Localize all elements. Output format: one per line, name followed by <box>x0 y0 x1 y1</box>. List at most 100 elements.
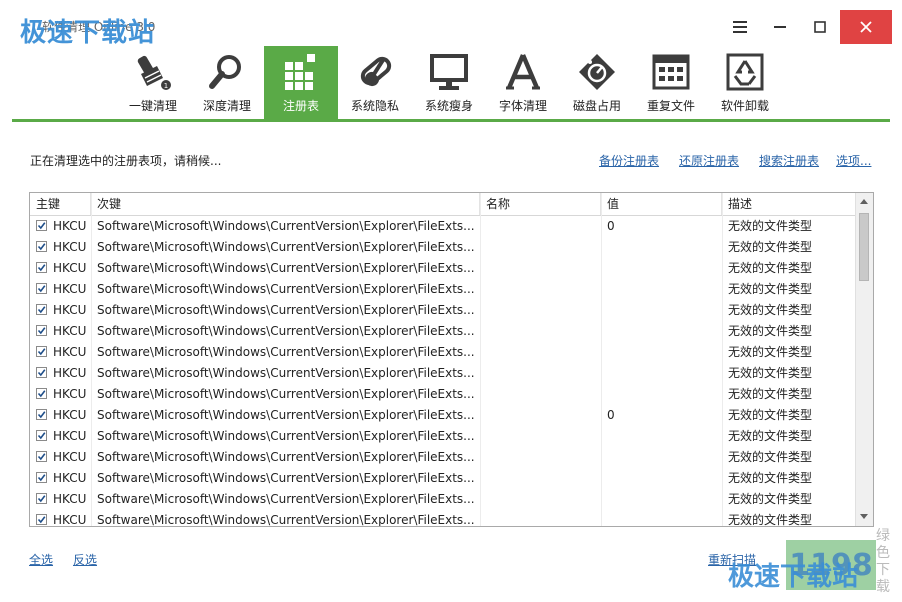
subkey-cell: Software\Microsoft\Windows\CurrentVersio… <box>97 513 475 526</box>
name-cell <box>486 258 598 279</box>
name-cell <box>486 384 598 405</box>
table-row[interactable]: HKCU Software\Microsoft\Windows\CurrentVe… <box>30 279 855 300</box>
minimize-button[interactable] <box>760 10 800 44</box>
table-row[interactable]: HKCU Software\Microsoft\Windows\CurrentVe… <box>30 258 855 279</box>
tool-privacy[interactable]: 系统隐私 <box>338 46 412 120</box>
key-text: HKCU <box>53 282 87 296</box>
row-checkbox[interactable] <box>36 304 47 315</box>
table-row[interactable]: HKCU Software\Microsoft\Windows\CurrentVe… <box>30 237 855 258</box>
row-checkbox[interactable] <box>36 262 47 273</box>
row-checkbox[interactable] <box>36 346 47 357</box>
scrollbar-thumb[interactable] <box>859 213 869 281</box>
table-row[interactable]: HKCU Software\Microsoft\Windows\CurrentVe… <box>30 363 855 384</box>
watermark-text: 极速下载站 <box>20 18 156 48</box>
key-text: HKCU <box>53 219 87 233</box>
table-row[interactable]: HKCU Software\Microsoft\Windows\CurrentVe… <box>30 426 855 447</box>
value-cell <box>607 363 719 384</box>
scroll-up-arrow-icon[interactable] <box>860 199 868 204</box>
column-header-description[interactable]: 描述 <box>722 193 855 215</box>
tool-deep-clean[interactable]: 深度清理 <box>190 46 264 120</box>
table-row[interactable]: HKCU Software\Microsoft\Windows\CurrentVe… <box>30 447 855 468</box>
checkmark-icon <box>37 390 46 398</box>
key-text: HKCU <box>53 303 87 317</box>
backup-registry-link[interactable]: 备份注册表 <box>599 152 659 169</box>
row-checkbox[interactable] <box>36 367 47 378</box>
select-all-link[interactable]: 全选 <box>29 551 53 568</box>
row-checkbox[interactable] <box>36 409 47 420</box>
checkmark-icon <box>37 264 46 272</box>
checkmark-icon <box>37 285 46 293</box>
tool-slimming[interactable]: 系统瘦身 <box>412 46 486 120</box>
value-cell <box>607 426 719 447</box>
checkmark-icon <box>37 516 46 524</box>
row-checkbox[interactable] <box>36 220 47 231</box>
tool-registry[interactable]: 注册表 <box>264 46 338 120</box>
invert-selection-link[interactable]: 反选 <box>73 551 97 568</box>
row-checkbox[interactable] <box>36 241 47 252</box>
table-row[interactable]: HKCU Software\Microsoft\Windows\CurrentVe… <box>30 342 855 363</box>
table-row[interactable]: HKCU Software\Microsoft\Windows\CurrentVe… <box>30 384 855 405</box>
checkmark-icon <box>37 243 46 251</box>
font-a-icon <box>506 54 540 90</box>
tool-label: 软件卸载 <box>720 99 769 113</box>
tool-label: 深度清理 <box>202 99 251 113</box>
table-row[interactable]: HKCU Software\Microsoft\Windows\CurrentVe… <box>30 405 855 426</box>
key-cell: HKCU <box>30 342 91 363</box>
key-text: HKCU <box>53 324 87 338</box>
description-cell: 无效的文件类型 <box>728 429 813 443</box>
checkmark-icon <box>37 327 46 335</box>
row-checkbox[interactable] <box>36 388 47 399</box>
table-row[interactable]: HKCU Software\Microsoft\Windows\CurrentVe… <box>30 468 855 489</box>
column-header-subkey[interactable]: 次键 <box>91 193 480 215</box>
key-cell: HKCU <box>30 384 91 405</box>
close-button[interactable] <box>840 10 892 44</box>
table-row[interactable]: HKCU Software\Microsoft\Windows\CurrentVe… <box>30 300 855 321</box>
row-checkbox[interactable] <box>36 430 47 441</box>
value-cell <box>607 468 719 489</box>
key-text: HKCU <box>53 345 87 359</box>
tool-label: 重复文件 <box>646 99 695 113</box>
tool-font-clean[interactable]: 字体清理 <box>486 46 560 120</box>
checkmark-icon <box>37 432 46 440</box>
recycle-icon <box>726 53 764 91</box>
checkmark-icon <box>37 495 46 503</box>
checkmark-icon <box>37 369 46 377</box>
description-cell: 无效的文件类型 <box>728 219 813 233</box>
magnifier-icon <box>209 55 241 89</box>
description-cell: 无效的文件类型 <box>728 345 813 359</box>
table-row[interactable]: HKCU Software\Microsoft\Windows\CurrentVe… <box>30 510 855 526</box>
table-row[interactable]: HKCU Software\Microsoft\Windows\CurrentVe… <box>30 489 855 510</box>
options-link[interactable]: 选项... <box>836 152 871 169</box>
key-text: HKCU <box>53 513 87 526</box>
key-cell: HKCU <box>30 237 91 258</box>
row-checkbox[interactable] <box>36 472 47 483</box>
vertical-scrollbar[interactable] <box>855 193 873 526</box>
row-checkbox[interactable] <box>36 493 47 504</box>
row-checkbox[interactable] <box>36 283 47 294</box>
menu-button[interactable] <box>720 10 760 44</box>
checkmark-icon <box>37 348 46 356</box>
tool-one-click-clean[interactable]: 1 一键清理 <box>116 46 190 120</box>
column-header-key[interactable]: 主键 <box>30 193 91 215</box>
name-cell <box>486 237 598 258</box>
scroll-down-arrow-icon[interactable] <box>860 514 868 519</box>
description-cell: 无效的文件类型 <box>728 471 813 485</box>
tool-uninstall[interactable]: 软件卸载 <box>708 46 782 120</box>
column-header-value[interactable]: 值 <box>601 193 722 215</box>
key-cell: HKCU <box>30 321 91 342</box>
tool-disk-usage[interactable]: 磁盘占用 <box>560 46 634 120</box>
table-row[interactable]: HKCU Software\Microsoft\Windows\CurrentVe… <box>30 216 855 237</box>
table-row[interactable]: HKCU Software\Microsoft\Windows\CurrentVe… <box>30 321 855 342</box>
tool-duplicate-files[interactable]: 重复文件 <box>634 46 708 120</box>
key-text: HKCU <box>53 471 87 485</box>
column-header-name[interactable]: 名称 <box>480 193 601 215</box>
restore-registry-link[interactable]: 还原注册表 <box>679 152 739 169</box>
key-text: HKCU <box>53 387 87 401</box>
tool-label: 系统隐私 <box>350 99 399 113</box>
row-checkbox[interactable] <box>36 514 47 525</box>
maximize-button[interactable] <box>800 10 840 44</box>
search-registry-link[interactable]: 搜索注册表 <box>759 152 819 169</box>
name-cell <box>486 510 598 526</box>
row-checkbox[interactable] <box>36 325 47 336</box>
row-checkbox[interactable] <box>36 451 47 462</box>
